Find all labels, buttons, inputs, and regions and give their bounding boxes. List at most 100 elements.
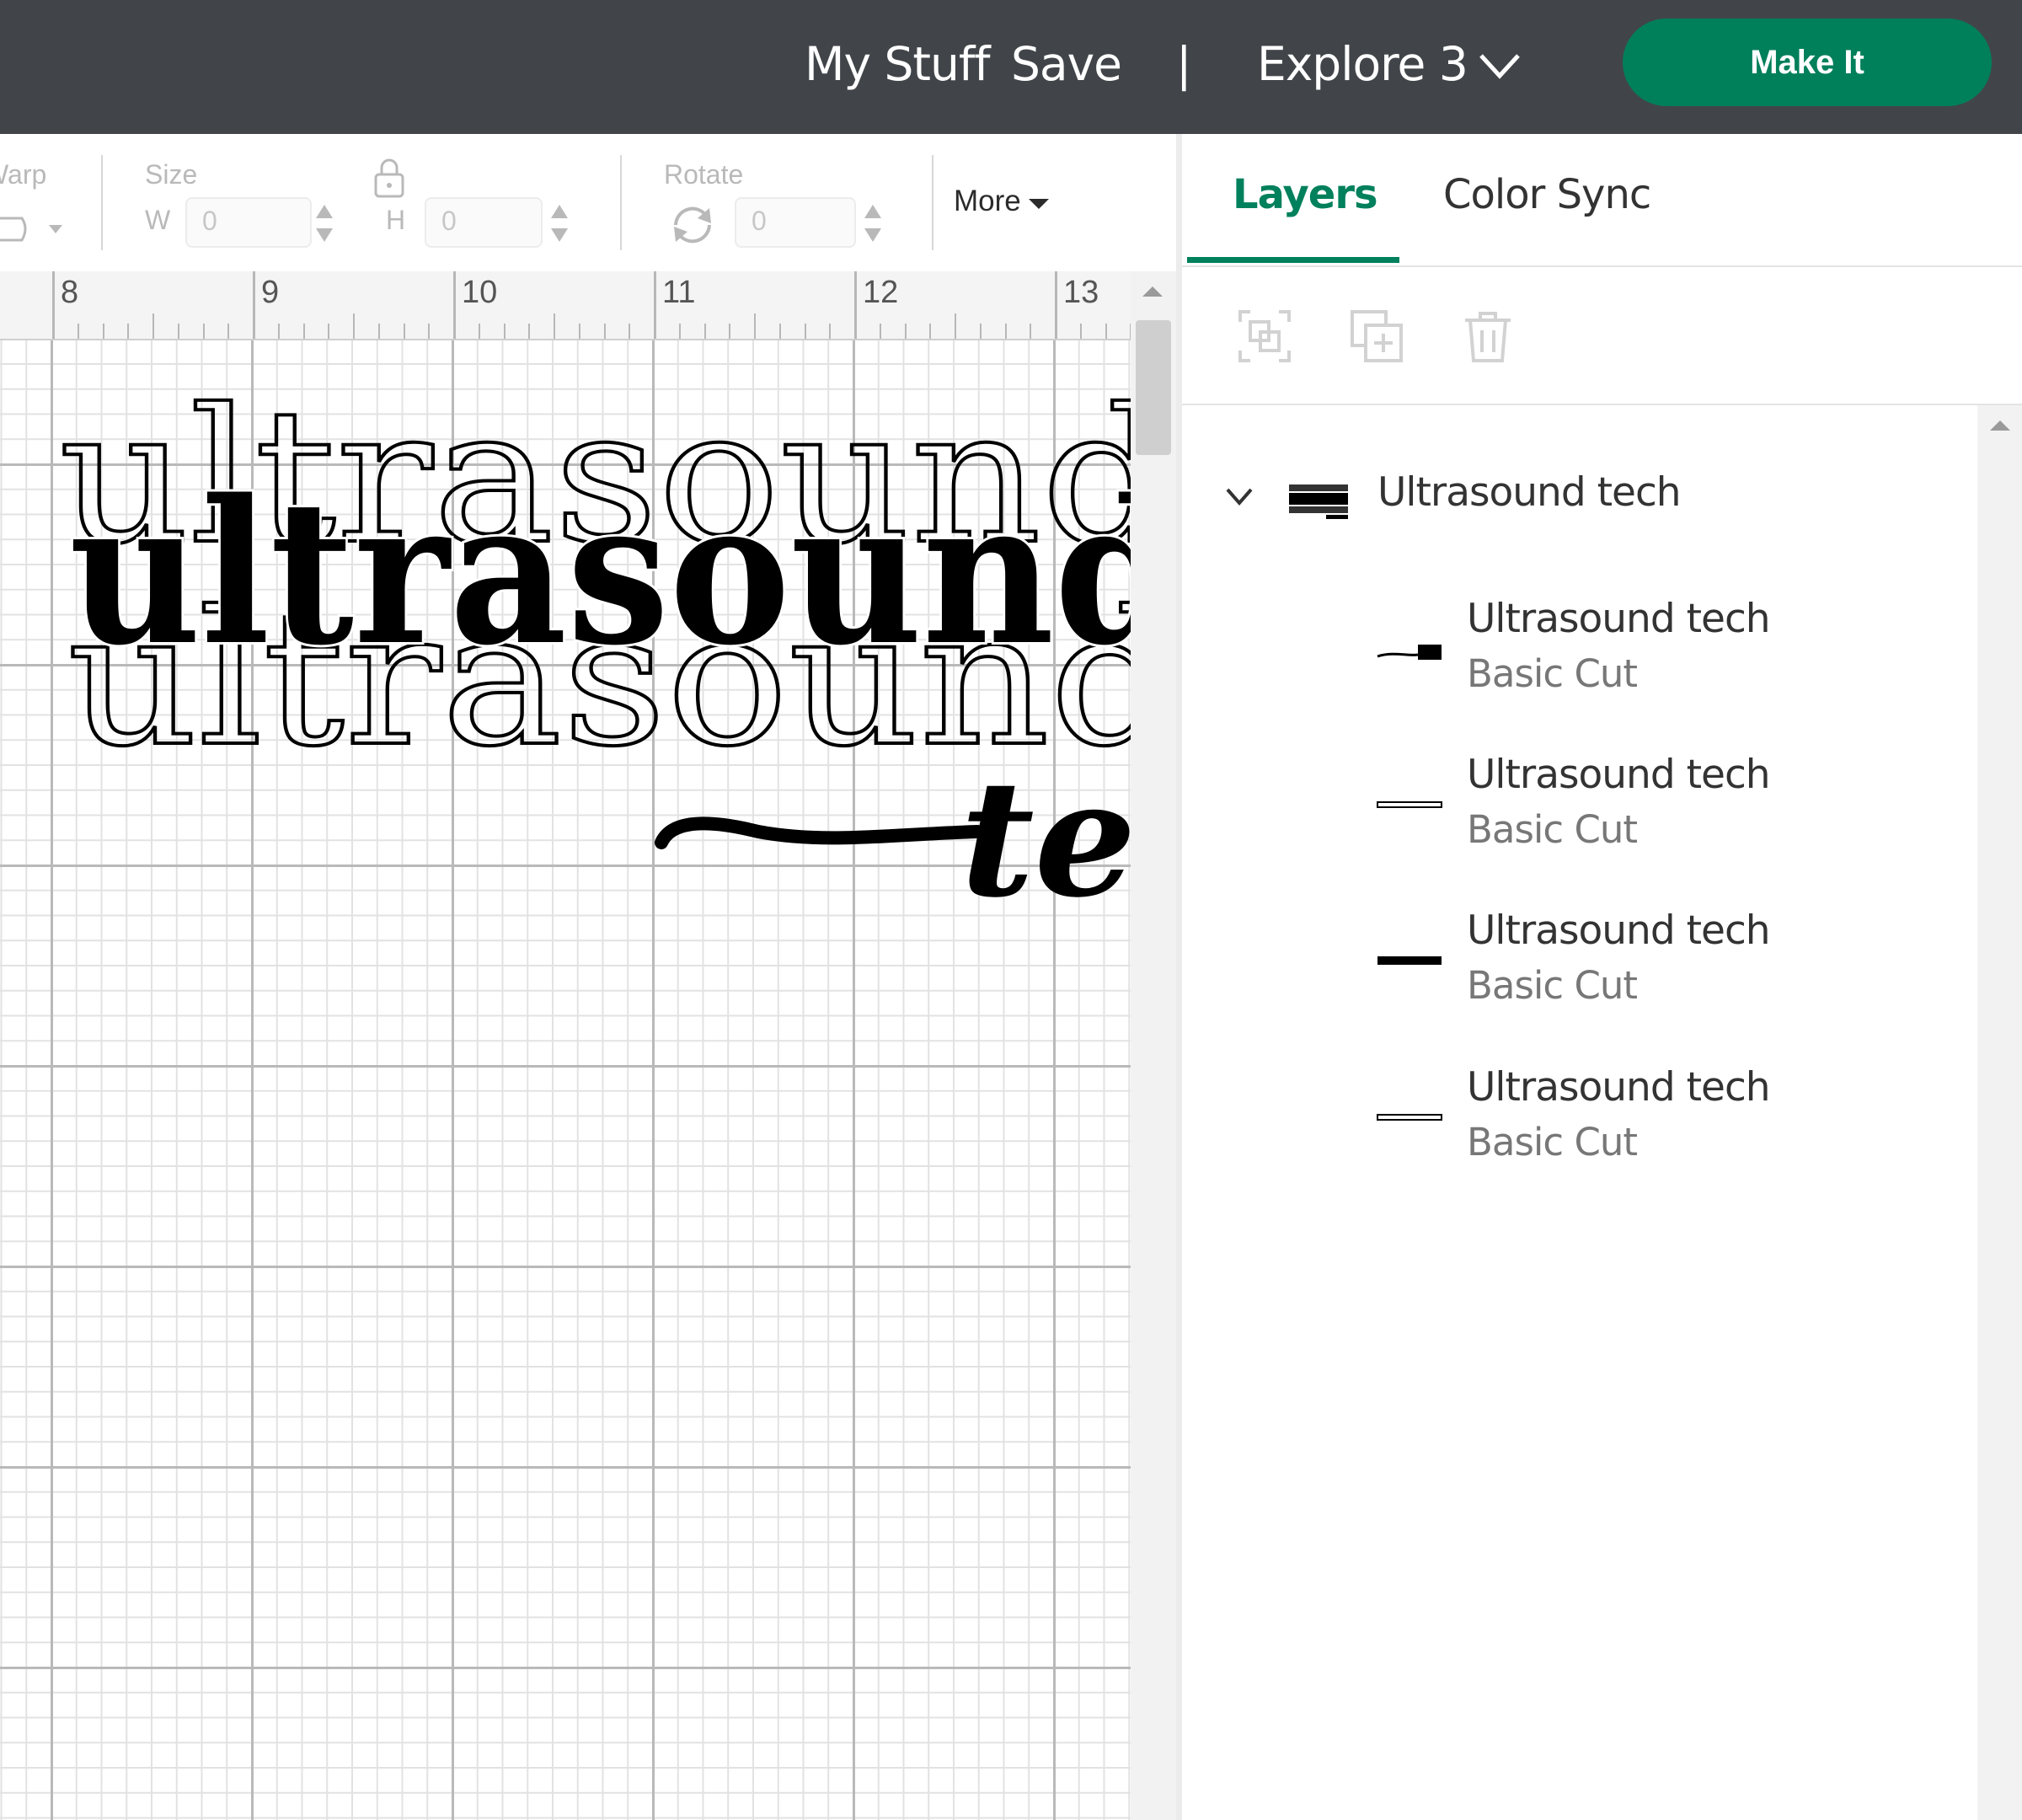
layer-row[interactable]: Ultrasound tech Basic Cut (1182, 752, 1974, 878)
horizontal-ruler: 8 9 10 11 12 13 (0, 271, 1131, 340)
ruler-minor-tick (629, 324, 631, 339)
scrollbar-thumb[interactable] (1136, 320, 1171, 455)
layer-thumbnail (1377, 956, 1442, 965)
layer-operation: Basic Cut (1467, 963, 1638, 1008)
ruler-minor-tick (127, 324, 130, 339)
width-input[interactable]: 0 (185, 197, 312, 248)
artwork-solid-word: ultrasound (69, 457, 1131, 689)
ruler-major-tick (453, 271, 456, 339)
actions-divider (1182, 404, 2022, 405)
chevron-down-icon[interactable] (1474, 44, 1525, 88)
header-separator: | (1176, 37, 1192, 91)
artwork-swash (655, 816, 984, 849)
tab-layers[interactable]: Layers (1233, 171, 1378, 218)
warp-icon[interactable] (0, 211, 67, 245)
ruler-minor-tick (754, 313, 756, 339)
layer-operation: Basic Cut (1467, 807, 1638, 852)
ruler-minor-tick (152, 313, 154, 339)
edit-toolbar: Warp Size W 0 H 0 Rotate 0 More (0, 134, 1181, 271)
ruler-minor-tick (428, 324, 431, 339)
rotate-icon[interactable] (667, 200, 718, 250)
ruler-minor-tick (478, 324, 480, 339)
more-label: More (954, 185, 1021, 217)
layer-thumbnail (1377, 645, 1442, 660)
ruler-minor-tick (1004, 324, 1007, 339)
ruler-minor-tick (804, 324, 806, 339)
ruler-minor-tick (904, 324, 907, 339)
layer-row[interactable]: Ultrasound tech Basic Cut (1182, 907, 1974, 1034)
duplicate-icon[interactable] (1347, 307, 1406, 366)
tabs-divider (1182, 265, 2022, 267)
machine-selector[interactable]: Explore 3 (1257, 34, 1468, 94)
ruler-minor-tick (227, 324, 230, 339)
ruler-minor-tick (929, 324, 932, 339)
make-it-button[interactable]: Make It (1623, 19, 1992, 106)
layer-name: Ultrasound tech (1467, 1064, 1771, 1111)
artwork-script-word: tech (960, 745, 1131, 933)
design-canvas[interactable]: 8 9 10 11 12 13 ultrasound ultrasound ultraso… (0, 271, 1131, 1820)
ruler-minor-tick (77, 324, 79, 339)
ruler-minor-tick (1105, 324, 1107, 339)
ruler-minor-tick (879, 324, 881, 339)
top-header-bar: My Stuff Save | Explore 3 Make It (0, 0, 2022, 134)
ruler-minor-tick (778, 324, 781, 339)
width-prefix: W (145, 205, 171, 235)
ruler-major-tick (654, 271, 656, 339)
warp-label: Warp (0, 159, 47, 190)
canvas-vertical-scrollbar[interactable] (1131, 271, 1176, 1820)
layer-thumbnail (1377, 1114, 1442, 1121)
layer-name: Ultrasound tech (1467, 907, 1771, 954)
layers-panel: Layers Color Sync Ultrasound tech Ultras… (1182, 134, 2022, 1820)
height-input[interactable]: 0 (425, 197, 543, 248)
ruler-minor-tick (302, 324, 305, 339)
rotate-input[interactable]: 0 (735, 197, 856, 248)
layer-row[interactable]: Ultrasound tech Basic Cut (1182, 1064, 1974, 1191)
more-dropdown[interactable]: More (954, 185, 1050, 218)
layer-operation: Basic Cut (1467, 1120, 1638, 1164)
ruler-minor-tick (528, 324, 531, 339)
width-stepper-icon[interactable] (313, 200, 336, 247)
scroll-up-icon[interactable] (1990, 420, 2010, 431)
ruler-minor-tick (829, 324, 832, 339)
layer-group-row[interactable]: Ultrasound tech (1182, 463, 1974, 538)
ruler-tick-label: 11 (662, 275, 696, 310)
ruler-tick-label: 8 (61, 275, 79, 310)
toolbar-divider (932, 155, 933, 250)
ruler-minor-tick (102, 324, 104, 339)
height-stepper-icon[interactable] (548, 200, 571, 247)
toolbar-divider (101, 155, 103, 250)
height-prefix: H (386, 205, 406, 235)
active-tab-indicator (1187, 257, 1399, 263)
delete-icon[interactable] (1458, 307, 1517, 366)
ruler-minor-tick (328, 324, 330, 339)
ruler-minor-tick (703, 324, 706, 339)
ruler-minor-tick (979, 324, 982, 339)
scroll-up-icon[interactable] (1142, 286, 1163, 297)
ruler-minor-tick (177, 324, 179, 339)
ruler-minor-tick (202, 324, 205, 339)
save-link[interactable]: Save (1011, 34, 1122, 94)
ruler-tick-label: 9 (261, 275, 280, 310)
ultrasound-tech-artwork[interactable]: ultrasound ultrasound ultrasound tech (0, 339, 1131, 1013)
ruler-minor-tick (1030, 324, 1032, 339)
ruler-tick-label: 10 (462, 275, 498, 310)
layers-scrollbar[interactable] (1977, 405, 2022, 1820)
ruler-major-tick (854, 271, 857, 339)
layer-thumbnail (1377, 801, 1442, 808)
lock-icon[interactable] (371, 156, 408, 200)
rotate-stepper-icon[interactable] (861, 200, 885, 247)
ruler-minor-tick (1079, 324, 1082, 339)
ruler-major-tick (1055, 271, 1057, 339)
chevron-down-icon[interactable] (1222, 479, 1256, 513)
group-thumbnail (1289, 484, 1348, 519)
layer-row[interactable]: Ultrasound tech Basic Cut (1182, 596, 1974, 722)
tab-color-sync[interactable]: Color Sync (1443, 171, 1651, 218)
ruler-minor-tick (603, 324, 606, 339)
ruler-minor-tick (503, 324, 506, 339)
group-name: Ultrasound tech (1377, 469, 1682, 516)
panel-divider (1176, 134, 1182, 1820)
layer-name: Ultrasound tech (1467, 752, 1771, 798)
group-icon[interactable] (1235, 307, 1294, 366)
my-stuff-link[interactable]: My Stuff (805, 34, 991, 94)
toolbar-divider (620, 155, 622, 250)
